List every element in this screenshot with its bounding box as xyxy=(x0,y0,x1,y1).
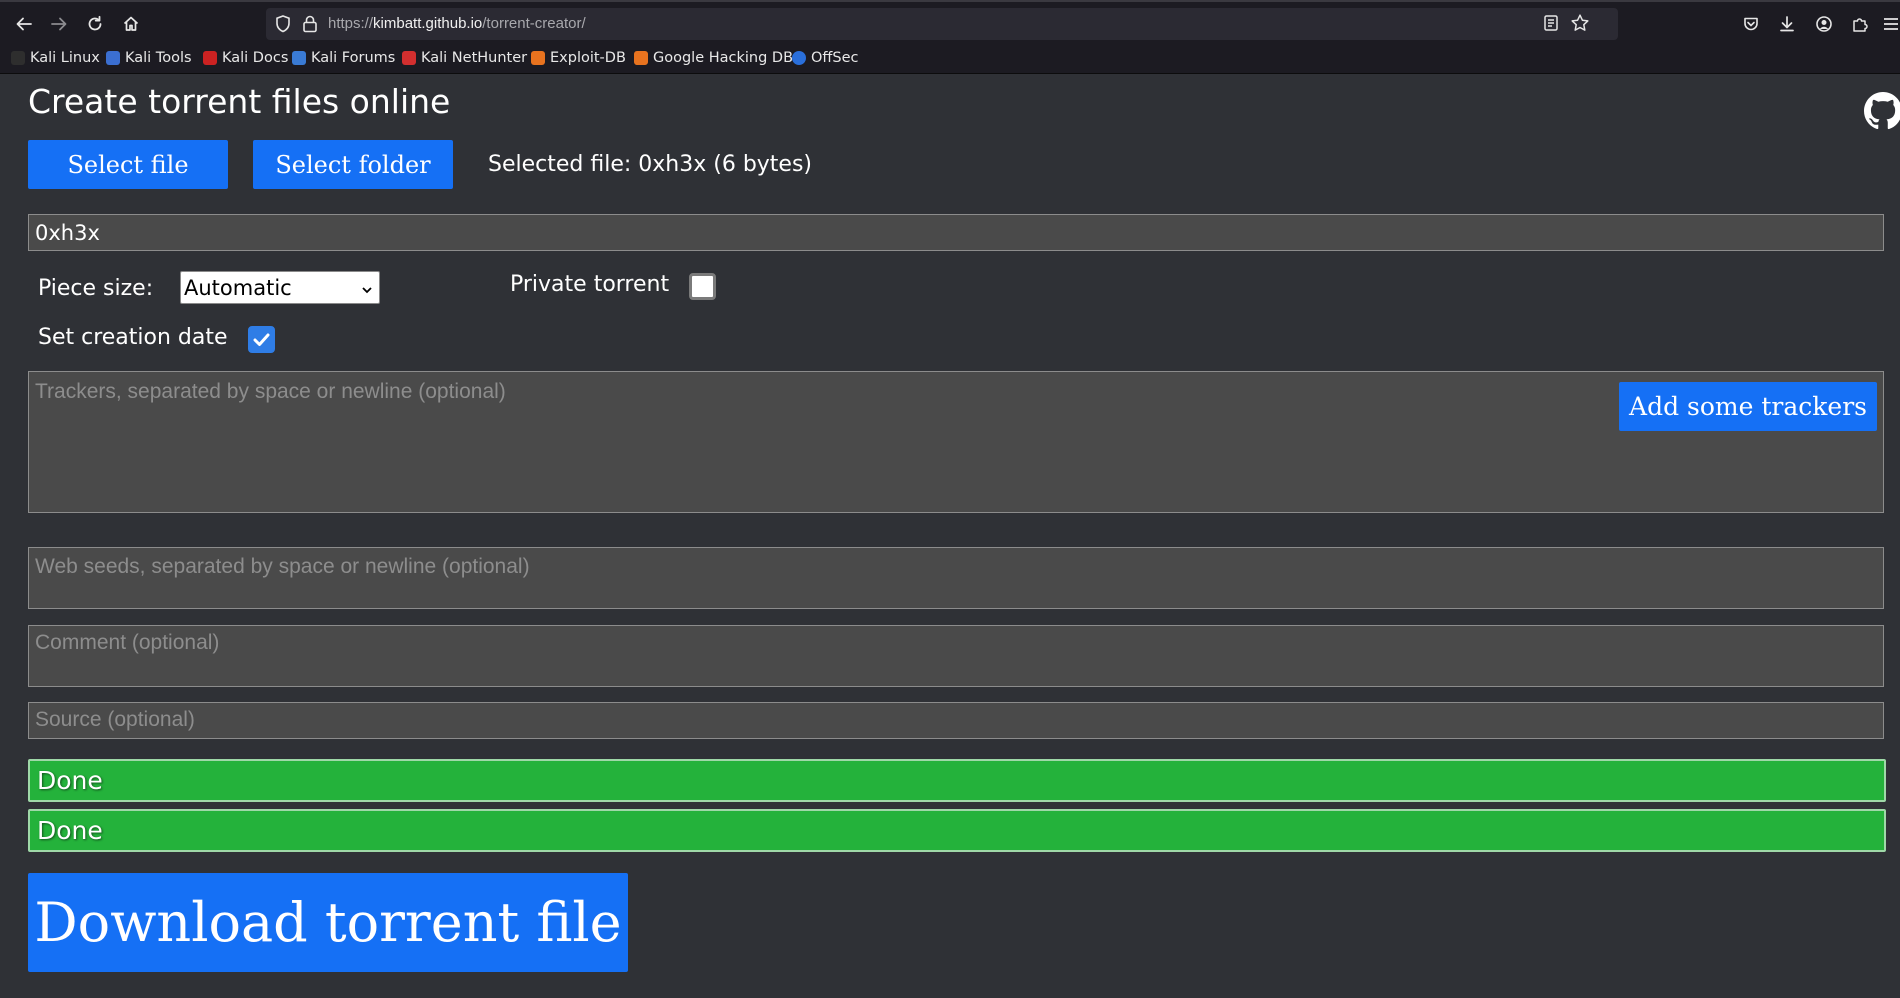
bookmark-label: Kali Linux xyxy=(30,50,100,66)
bookmark-google-hacking-db[interactable]: Google Hacking DB xyxy=(634,50,793,66)
piece-size-label: Piece size: xyxy=(38,276,154,301)
menu-icon[interactable] xyxy=(1880,12,1900,36)
hashing-progress-bar: Done xyxy=(28,759,1886,802)
github-icon[interactable] xyxy=(1864,92,1900,130)
url-bar[interactable]: https://kimbatt.github.io/torrent-creato… xyxy=(266,8,1618,40)
home-icon[interactable] xyxy=(116,10,146,38)
torrent-name-value: 0xh3x xyxy=(35,221,100,245)
bookmark-kali-nethunter[interactable]: Kali NetHunter xyxy=(402,50,527,66)
select-folder-button[interactable]: Select folder xyxy=(253,140,453,189)
bookmark-label: Exploit-DB xyxy=(550,50,626,66)
kali-linux-icon xyxy=(11,51,25,65)
download-icon[interactable] xyxy=(1774,12,1800,36)
url-host: kimbatt.github.io xyxy=(373,15,483,32)
bookmark-label: Google Hacking DB xyxy=(653,50,794,66)
extensions-icon[interactable] xyxy=(1847,12,1873,36)
comment-textarea[interactable]: Comment (optional) xyxy=(28,625,1884,687)
bookmark-offsec[interactable]: OffSec xyxy=(792,50,859,66)
bookmark-label: Kali Forums xyxy=(311,50,396,66)
bookmark-label: Kali NetHunter xyxy=(421,50,528,66)
back-icon[interactable] xyxy=(9,10,39,38)
bookmarks-bar: Kali Linux Kali Tools Kali Docs Kali For… xyxy=(0,44,1900,74)
torrent-name-input[interactable]: 0xh3x xyxy=(28,214,1884,251)
source-placeholder: Source (optional) xyxy=(35,708,195,731)
source-input[interactable]: Source (optional) xyxy=(28,702,1884,739)
kali-docs-icon xyxy=(203,51,217,65)
bookmark-label: Kali Docs xyxy=(222,50,289,66)
reload-icon[interactable] xyxy=(80,10,110,38)
url-path: /torrent-creator/ xyxy=(482,15,586,32)
add-trackers-button[interactable]: Add some trackers xyxy=(1619,382,1877,431)
piece-size-value: Automatic xyxy=(184,276,292,300)
creation-date-checkbox[interactable] xyxy=(248,326,275,353)
pocket-icon[interactable] xyxy=(1738,12,1764,36)
bookmark-label: Kali Tools xyxy=(125,50,192,66)
kali-forums-icon xyxy=(292,51,306,65)
bookmark-kali-docs[interactable]: Kali Docs xyxy=(203,50,288,66)
lock-icon[interactable] xyxy=(302,14,318,38)
trackers-placeholder: Trackers, separated by space or newline … xyxy=(35,380,506,403)
web-seeds-placeholder: Web seeds, separated by space or newline… xyxy=(35,555,530,578)
checkmark-icon xyxy=(253,333,270,346)
bookmark-kali-linux[interactable]: Kali Linux xyxy=(11,50,100,66)
url-text[interactable]: https://kimbatt.github.io/torrent-creato… xyxy=(328,15,586,32)
progress-label: Done xyxy=(37,816,103,845)
progress-label: Done xyxy=(37,766,103,795)
bookmark-label: OffSec xyxy=(811,50,859,66)
exploit-db-icon xyxy=(531,51,545,65)
private-torrent-label: Private torrent xyxy=(510,272,670,297)
star-icon[interactable] xyxy=(1570,13,1590,37)
account-icon[interactable] xyxy=(1811,12,1837,36)
piece-size-select[interactable]: Automatic xyxy=(180,271,380,304)
offsec-icon xyxy=(792,51,806,65)
comment-placeholder: Comment (optional) xyxy=(35,631,220,654)
bookmark-exploit-db[interactable]: Exploit-DB xyxy=(531,50,626,66)
kali-nethunter-icon xyxy=(402,51,416,65)
download-torrent-button[interactable]: Download torrent file xyxy=(28,873,628,972)
chevron-down-icon xyxy=(361,279,373,303)
creation-date-label: Set creation date xyxy=(38,325,228,350)
page-title: Create torrent files online xyxy=(28,82,451,121)
web-seeds-textarea[interactable]: Web seeds, separated by space or newline… xyxy=(28,547,1884,609)
private-torrent-checkbox[interactable] xyxy=(689,273,716,300)
kali-tools-icon xyxy=(106,51,120,65)
bookmark-kali-forums[interactable]: Kali Forums xyxy=(292,50,395,66)
forward-icon[interactable] xyxy=(44,10,74,38)
google-hacking-db-icon xyxy=(634,51,648,65)
reader-icon[interactable] xyxy=(1542,13,1560,37)
torrent-progress-bar: Done xyxy=(28,809,1886,852)
url-scheme: https:// xyxy=(328,15,374,32)
shield-icon[interactable] xyxy=(274,14,292,38)
selected-file-info: Selected file: 0xh3x (6 bytes) xyxy=(488,152,813,177)
trackers-textarea[interactable]: Trackers, separated by space or newline … xyxy=(28,371,1884,513)
select-file-button[interactable]: Select file xyxy=(28,140,228,189)
bookmark-kali-tools[interactable]: Kali Tools xyxy=(106,50,192,66)
browser-toolbar: https://kimbatt.github.io/torrent-creato… xyxy=(0,0,1900,44)
